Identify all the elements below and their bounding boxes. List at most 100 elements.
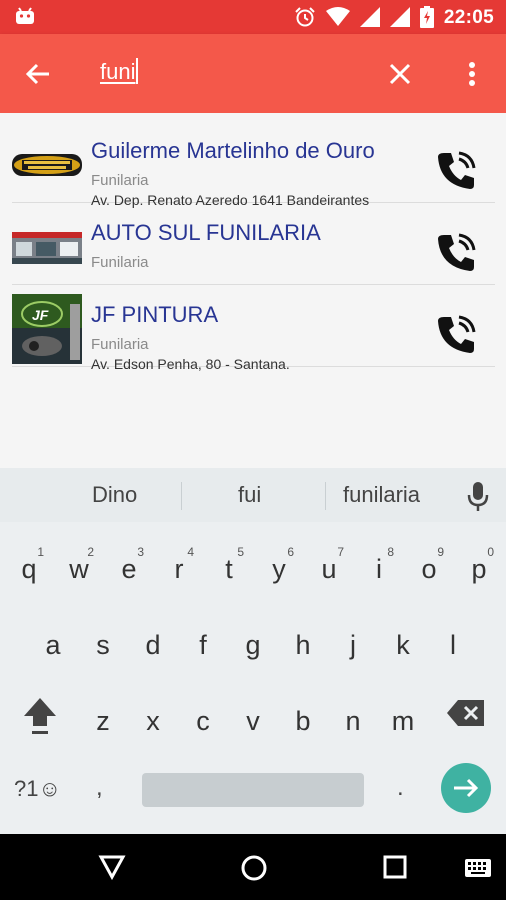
key-y[interactable]: 6y (254, 532, 304, 596)
key-label: v (246, 706, 260, 736)
keyboard-switch-icon[interactable] (464, 858, 492, 878)
result-item[interactable]: Guilerme Martelinho de Ouro Funilaria Av… (12, 121, 495, 208)
logo-text: JF (32, 307, 49, 323)
result-category: Funilaria (91, 254, 149, 271)
shift-icon[interactable] (20, 694, 60, 738)
nav-recents-icon[interactable] (382, 854, 408, 880)
results-list: Guilerme Martelinho de Ouro Funilaria Av… (0, 113, 506, 468)
key-label: f (199, 630, 207, 660)
status-bar: 22:05 (0, 0, 506, 34)
key-x[interactable]: x (128, 684, 178, 748)
suggestion-item[interactable]: Dino (92, 482, 137, 508)
phone-call-icon[interactable] (434, 149, 478, 193)
suggestion-item[interactable]: fui (238, 482, 261, 508)
key-label: g (245, 630, 261, 660)
search-input[interactable]: funi (100, 58, 139, 85)
key-z[interactable]: z (78, 684, 128, 748)
battery-charging-icon (420, 6, 434, 28)
key-label: q (21, 554, 37, 584)
key-label: b (295, 706, 311, 736)
key-o[interactable]: 9o (404, 532, 454, 596)
key-label: e (121, 554, 137, 584)
search-query-text: funi (100, 59, 136, 84)
key-label: p (471, 554, 487, 584)
backspace-icon[interactable] (446, 698, 486, 728)
key-m[interactable]: m (378, 684, 428, 748)
result-category: Funilaria (91, 336, 149, 353)
key-j[interactable]: j (328, 608, 378, 672)
clock-time: 22:05 (443, 7, 494, 28)
key-label: m (391, 706, 415, 736)
wifi-icon (326, 7, 350, 26)
more-options-icon[interactable] (460, 58, 484, 90)
key-label: y (272, 554, 286, 584)
key-w[interactable]: 2w (54, 532, 104, 596)
phone-call-icon[interactable] (434, 313, 478, 357)
key-label: c (196, 706, 210, 736)
signal-icon-2 (390, 7, 410, 27)
key-t[interactable]: 5t (204, 532, 254, 596)
navigation-bar (0, 834, 506, 900)
key-label: l (450, 630, 456, 660)
key-r[interactable]: 4r (154, 532, 204, 596)
clear-icon[interactable] (384, 58, 416, 90)
text-caret (136, 58, 139, 84)
key-label: x (146, 706, 160, 736)
key-label: z (96, 706, 110, 736)
comma-key[interactable]: , (96, 774, 103, 802)
key-g[interactable]: g (228, 608, 278, 672)
android-notification-icon (16, 7, 34, 24)
key-s[interactable]: s (78, 608, 128, 672)
key-l[interactable]: l (428, 608, 478, 672)
key-u[interactable]: 7u (304, 532, 354, 596)
key-label: w (69, 554, 89, 584)
key-label: s (96, 630, 110, 660)
nav-home-icon[interactable] (240, 854, 268, 882)
period-key[interactable]: . (397, 774, 404, 802)
key-label: j (350, 630, 356, 660)
result-name: Guilerme Martelinho de Ouro (91, 138, 375, 163)
microphone-icon[interactable] (466, 480, 490, 512)
result-item[interactable]: JF JF PINTURA Funilaria Av. Edson Penha,… (12, 285, 495, 372)
key-label: h (295, 630, 311, 660)
key-label: d (145, 630, 161, 660)
nav-back-icon[interactable] (98, 854, 126, 880)
result-address: Av. Edson Penha, 80 - Santana. (91, 356, 290, 372)
alarm-icon (295, 7, 315, 27)
key-label: o (421, 554, 437, 584)
key-a[interactable]: a (28, 608, 78, 672)
enter-button[interactable] (441, 763, 491, 813)
business-logo (12, 154, 82, 176)
key-k[interactable]: k (378, 608, 428, 672)
key-label: u (321, 554, 337, 584)
business-logo (12, 232, 82, 264)
key-p[interactable]: 0p (454, 532, 504, 596)
space-bar[interactable] (142, 773, 364, 807)
key-f[interactable]: f (178, 608, 228, 672)
signal-icon (360, 7, 380, 27)
key-label: t (225, 554, 233, 584)
suggestion-strip: Dino fui funilaria (0, 468, 506, 522)
result-item[interactable]: AUTO SUL FUNILARIA Funilaria (12, 203, 495, 285)
key-v[interactable]: v (228, 684, 278, 748)
key-b[interactable]: b (278, 684, 328, 748)
key-label: n (345, 706, 361, 736)
keyboard: 1q 2w 3e 4r 5t 6y 7u 8i 9o 0p a s d f g … (0, 522, 506, 834)
result-name: AUTO SUL FUNILARIA (91, 220, 321, 245)
key-i[interactable]: 8i (354, 532, 404, 596)
phone-call-icon[interactable] (434, 231, 478, 275)
key-q[interactable]: 1q (4, 532, 54, 596)
key-label: k (396, 630, 410, 660)
back-arrow-icon[interactable] (22, 58, 54, 90)
search-toolbar: funi (0, 34, 506, 113)
result-name: JF PINTURA (91, 302, 219, 327)
key-h[interactable]: h (278, 608, 328, 672)
suggestion-item[interactable]: funilaria (343, 482, 420, 508)
result-category: Funilaria (91, 172, 149, 189)
key-c[interactable]: c (178, 684, 228, 748)
arrow-right-icon (454, 778, 479, 798)
key-n[interactable]: n (328, 684, 378, 748)
key-e[interactable]: 3e (104, 532, 154, 596)
key-d[interactable]: d (128, 608, 178, 672)
symbols-key[interactable]: ?1☺ (14, 776, 61, 802)
